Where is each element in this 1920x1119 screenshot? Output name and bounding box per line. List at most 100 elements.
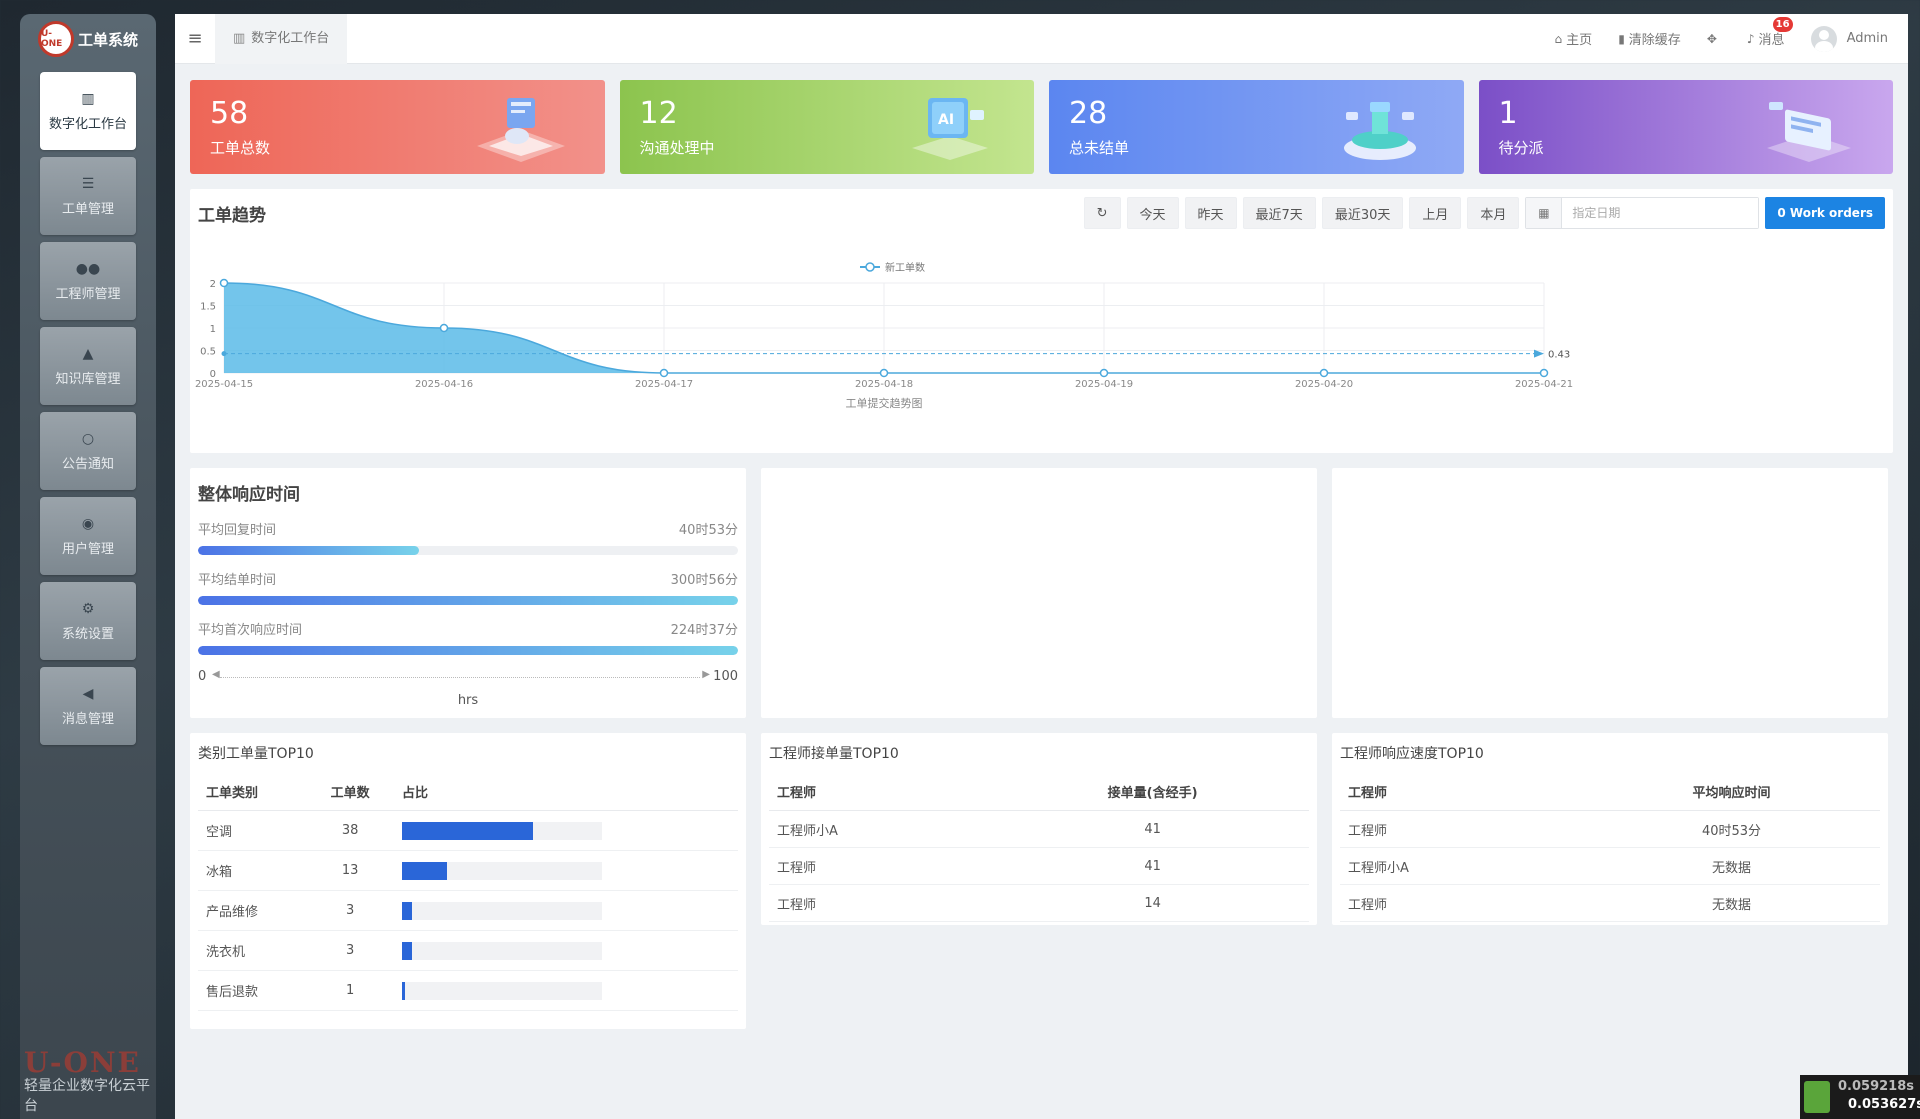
response-value: 300时56分 (670, 573, 738, 588)
date-input[interactable] (1562, 198, 1759, 228)
legend-label: 新工单数 (885, 261, 925, 274)
column-header: 工单类别 (198, 773, 307, 811)
user-name: Admin (1846, 31, 1888, 46)
data-point (219, 278, 229, 288)
table-row: 工程师 14 (769, 884, 1309, 922)
legend-marker (865, 262, 875, 272)
home-label: 主页 (1566, 33, 1593, 48)
sidebar-item[interactable]: ▲ 知识库管理 (40, 327, 136, 405)
average-line-label: 0.43 (1548, 350, 1570, 361)
user-menu[interactable]: Admin (1810, 25, 1888, 52)
date-picker[interactable]: ▦ (1525, 197, 1760, 229)
tab-dashboard[interactable]: ▥ 数字化工作台 (215, 13, 348, 64)
filter-this-month[interactable]: 本月 (1467, 197, 1520, 229)
sidebar-item[interactable]: ▥ 数字化工作台 (40, 72, 136, 150)
bullhorn-icon: ◀ (82, 685, 94, 702)
sidebar-item-label: 公告通知 (61, 456, 114, 472)
x-tick-label: 2025-04-18 (855, 379, 913, 390)
response-time: 40时53分 (1582, 810, 1880, 848)
filter-yesterday[interactable]: 昨天 (1184, 197, 1237, 229)
table-row: 洗衣机 3 (198, 930, 738, 971)
ratio-bar (401, 821, 533, 840)
category-ratio-cell (393, 890, 738, 931)
users-icon: ●● (75, 260, 101, 277)
trend-filters: ↻ 今天 昨天 最近7天 最近30天 上月 本月 ▦ 0 Work orders (1083, 197, 1885, 229)
x-tick-label: 2025-04-19 (1075, 379, 1133, 390)
ratio-track (401, 821, 602, 840)
x-tick-label: 2025-04-17 (635, 379, 693, 390)
engineer-count: 41 (996, 847, 1309, 885)
data-point (879, 368, 889, 378)
filter-last-30-days[interactable]: 最近30天 (1321, 197, 1404, 229)
column-header: 占比 (393, 773, 738, 811)
brand[interactable]: U-ONE 工单系统 (20, 14, 156, 64)
speed-table: 工程师 平均响应时间 工程师 40时53分 工程师小A 无数据 工程师 无数据 (1340, 773, 1880, 922)
category-ratio-cell (393, 970, 738, 1011)
fullscreen-button[interactable]: ✥ (1707, 32, 1721, 46)
category-table-title: 类别工单量TOP10 (198, 746, 314, 762)
data-point (439, 323, 449, 333)
response-time: 无数据 (1582, 847, 1880, 885)
ratio-track (401, 861, 602, 880)
tab-label: 数字化工作台 (251, 30, 330, 46)
response-row-reply: 平均回复时间 40时53分 (198, 519, 738, 555)
bell-icon: ♪ (1746, 31, 1755, 46)
bar-chart-icon: ▥ (81, 90, 95, 107)
security-illustration-icon (476, 98, 565, 162)
column-header: 工程师 (769, 773, 997, 811)
menu-toggle-icon[interactable]: ≡ (175, 28, 215, 49)
y-tick-label: 2 (210, 279, 216, 290)
home-link[interactable]: ⌂ 主页 (1554, 29, 1593, 49)
engineer-name: 工程师 (769, 884, 997, 922)
filter-last-7-days[interactable]: 最近7天 (1242, 197, 1316, 229)
list-icon: ☰ (81, 175, 95, 192)
category-count: 3 (306, 930, 394, 971)
response-time: 无数据 (1582, 884, 1880, 922)
engineer-top10-panel: 工程师接单量TOP10 工程师 接单量(含经手) 工程师小A 41 工程师 41 工程师… (761, 733, 1317, 925)
stat-card-pending[interactable]: 1 待分派 (1478, 80, 1893, 174)
sidebar-item[interactable]: ●● 工程师管理 (40, 242, 136, 320)
category-name: 产品维修 (198, 890, 307, 931)
category-count: 38 (306, 810, 394, 851)
ratio-track (401, 901, 602, 920)
sidebar-item[interactable]: ☰ 工单管理 (40, 157, 136, 235)
circle-icon: ○ (81, 430, 95, 447)
data-point (1319, 368, 1329, 378)
empty-panel (1332, 468, 1888, 718)
messages-button[interactable]: ♪ 消息 16 (1746, 17, 1793, 48)
sidebar-item[interactable]: ◉ 用户管理 (40, 497, 136, 575)
work-orders-button[interactable]: 0 Work orders (1765, 197, 1885, 229)
scale-left-arrow-icon[interactable]: ◀ (212, 669, 220, 680)
filter-today[interactable]: 今天 (1126, 197, 1179, 229)
category-count: 3 (306, 890, 394, 931)
filter-last-month[interactable]: 上月 (1409, 197, 1462, 229)
x-tick-label: 2025-04-21 (1515, 379, 1573, 390)
scale-right-arrow-icon[interactable]: ▶ (702, 669, 710, 680)
calendar-icon[interactable]: ▦ (1526, 198, 1563, 228)
engineer-name: 工程师 (769, 847, 997, 885)
ratio-bar (401, 941, 413, 960)
sidebar-item[interactable]: ◀ 消息管理 (40, 667, 136, 745)
response-row-close: 平均结单时间 300时56分 (198, 569, 738, 605)
stat-card-processing[interactable]: 12 沟通处理中 AI (619, 80, 1034, 174)
refresh-button[interactable]: ↻ (1083, 197, 1121, 229)
footer-logo: U-ONE (24, 1046, 141, 1079)
trend-title: 工单趋势 (198, 206, 266, 226)
home-icon: ⌂ (1554, 31, 1563, 46)
engineer-count: 14 (996, 884, 1309, 922)
sidebar-nav: ▥ 数字化工作台 ☰ 工单管理 ●● 工程师管理 ▲ 知识库管理 ○ 公告通知 ◉ 用户管理 ⚙ 系统设置… (20, 72, 156, 745)
perf-widget: 0.059218s 0.053627s (1800, 1075, 1920, 1119)
scale-slider[interactable]: 0 ◀ ▶ 100 (198, 669, 738, 685)
response-label: 平均回复时间 (198, 523, 277, 538)
stat-card-unclosed[interactable]: 28 总未结单 (1049, 80, 1464, 174)
sidebar-item[interactable]: ○ 公告通知 (40, 412, 136, 490)
stat-card-total[interactable]: 58 工单总数 (190, 80, 605, 174)
response-label: 平均结单时间 (198, 573, 277, 588)
clear-cache-button[interactable]: ▮ 清除缓存 (1618, 29, 1681, 49)
response-row-first: 平均首次响应时间 224时37分 (198, 619, 738, 655)
x-tick-label: 2025-04-15 (195, 379, 253, 390)
data-point (659, 368, 669, 378)
sidebar-item-label: 数字化工作台 (48, 116, 127, 132)
sidebar-item[interactable]: ⚙ 系统设置 (40, 582, 136, 660)
x-tick-label: 2025-04-16 (415, 379, 473, 390)
